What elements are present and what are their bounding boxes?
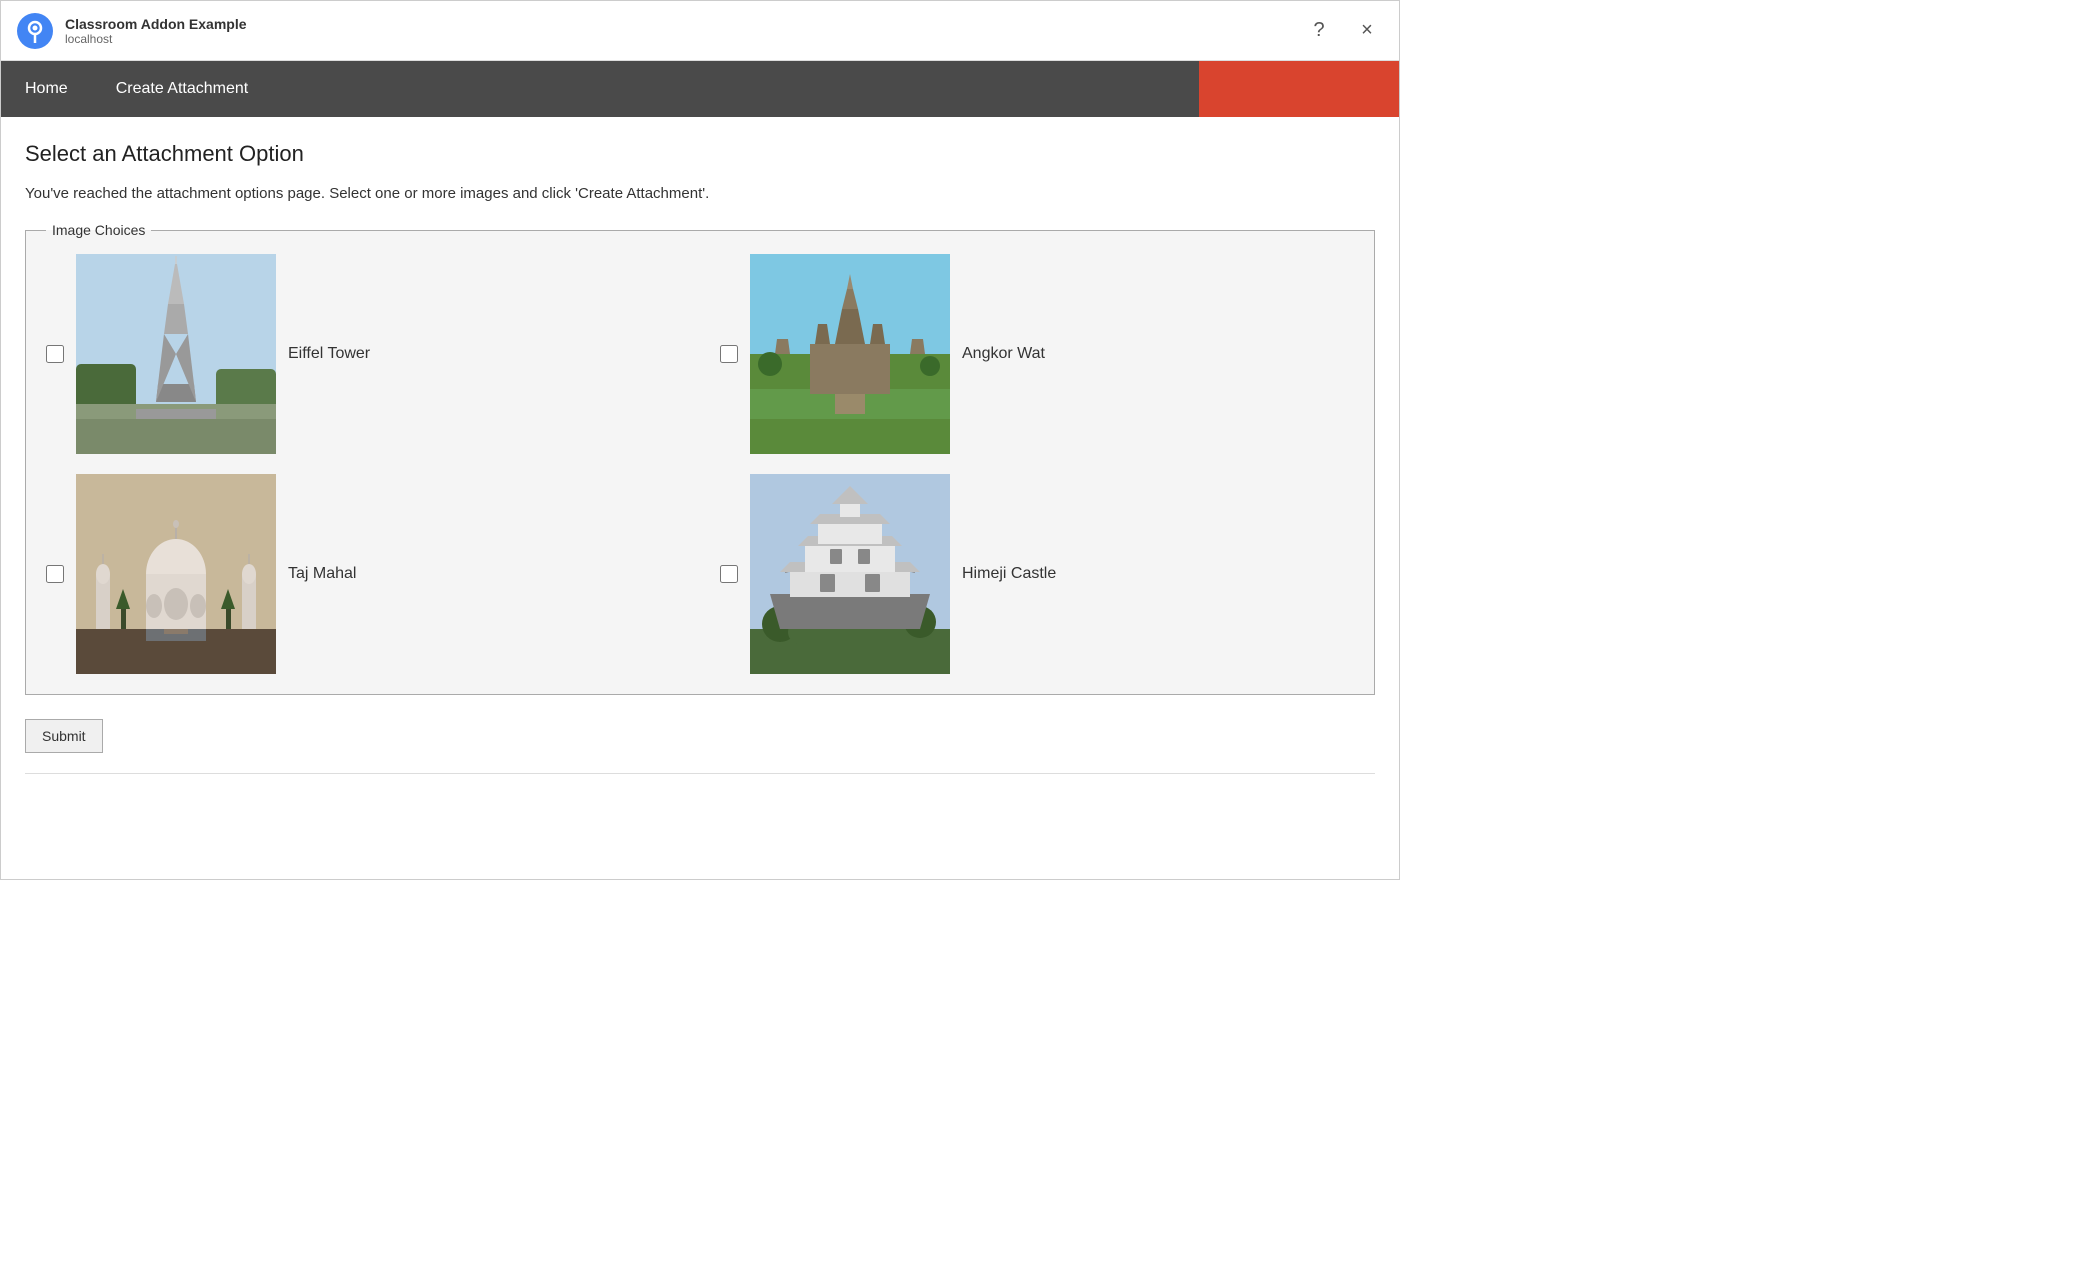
image-option-eiffel: Eiffel Tower [46, 254, 680, 454]
nav-create-attachment-label: Create Attachment [116, 80, 249, 98]
close-button[interactable]: × [1351, 15, 1383, 47]
app-url: localhost [65, 32, 247, 46]
checkbox-angkor[interactable] [720, 345, 738, 363]
checkbox-eiffel[interactable] [46, 345, 64, 363]
submit-button[interactable]: Submit [25, 719, 103, 753]
page-description: You've reached the attachment options pa… [25, 185, 1375, 202]
image-option-angkor: Angkor Wat [720, 254, 1354, 454]
nav-accent-block [1199, 61, 1399, 117]
main-content: Select an Attachment Option You've reach… [1, 117, 1399, 798]
close-icon: × [1361, 19, 1373, 42]
fieldset-legend: Image Choices [46, 222, 151, 238]
page-title: Select an Attachment Option [25, 141, 1375, 167]
label-himeji: Himeji Castle [962, 565, 1056, 583]
label-eiffel: Eiffel Tower [288, 345, 370, 363]
label-taj: Taj Mahal [288, 565, 356, 583]
image-eiffel [76, 254, 276, 454]
bottom-divider [25, 773, 1375, 774]
image-choices-fieldset: Image Choices [25, 222, 1375, 695]
checkbox-taj[interactable] [46, 565, 64, 583]
app-title: Classroom Addon Example [65, 16, 247, 32]
image-option-himeji: Himeji Castle [720, 474, 1354, 674]
browser-title-block: Classroom Addon Example localhost [65, 16, 247, 46]
help-icon: ? [1313, 19, 1324, 42]
browser-bar-left: Classroom Addon Example localhost [17, 13, 247, 49]
nav-bar: Home Create Attachment [1, 61, 1399, 117]
submit-label: Submit [42, 728, 86, 744]
checkbox-himeji[interactable] [720, 565, 738, 583]
label-angkor: Angkor Wat [962, 345, 1045, 363]
help-button[interactable]: ? [1303, 15, 1335, 47]
nav-home-label: Home [25, 80, 68, 98]
nav-create-attachment[interactable]: Create Attachment [92, 61, 273, 117]
image-option-taj: Taj Mahal [46, 474, 680, 674]
image-grid: Eiffel Tower [46, 254, 1354, 674]
image-taj [76, 474, 276, 674]
app-icon [17, 13, 53, 49]
nav-home[interactable]: Home [1, 61, 92, 117]
image-himeji [750, 474, 950, 674]
image-angkor [750, 254, 950, 454]
browser-chrome: Classroom Addon Example localhost ? × [1, 1, 1399, 61]
browser-bar-right: ? × [1303, 15, 1383, 47]
nav-spacer [272, 61, 1199, 117]
